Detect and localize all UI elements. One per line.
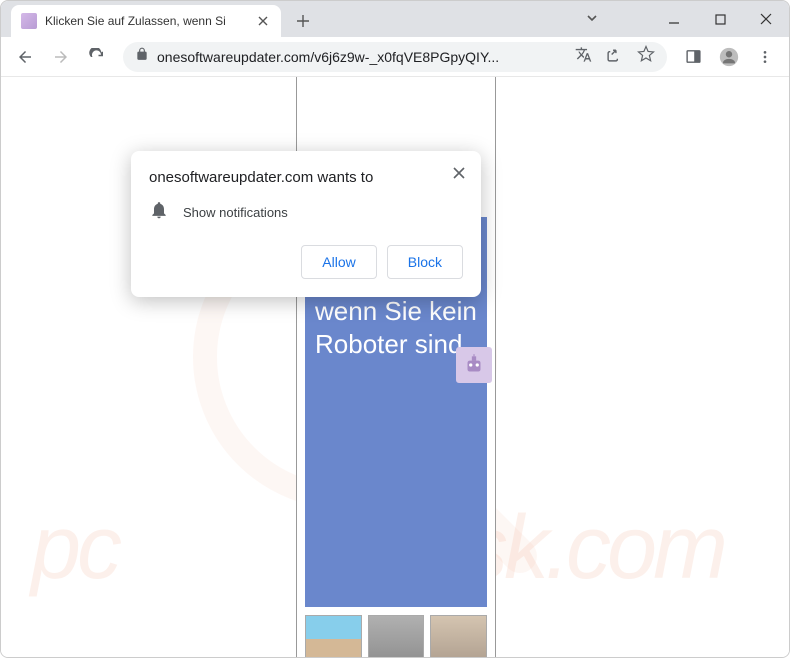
translate-icon[interactable] (575, 46, 592, 68)
toolbar: onesoftwareupdater.com/v6j6z9w-_x0fqVE8P… (1, 37, 789, 77)
permission-buttons: Allow Block (149, 245, 463, 279)
back-button[interactable] (9, 41, 41, 73)
url-actions (575, 45, 655, 68)
thumbnail[interactable] (305, 615, 362, 657)
close-tab-icon[interactable] (255, 13, 271, 29)
toolbar-right (677, 41, 781, 73)
minimize-button[interactable] (651, 1, 697, 37)
permission-site: onesoftwareupdater.com wants to (149, 169, 463, 186)
robot-icon (456, 347, 492, 383)
new-tab-button[interactable] (289, 7, 317, 35)
close-popup-icon[interactable] (449, 163, 469, 183)
reload-button[interactable] (81, 41, 113, 73)
browser-tab[interactable]: Klicken Sie auf Zulassen, wenn Si (11, 5, 281, 37)
favicon (21, 13, 37, 29)
url-text: onesoftwareupdater.com/v6j6z9w-_x0fqVE8P… (157, 49, 567, 65)
permission-capability: Show notifications (183, 205, 288, 220)
tabs-dropdown-icon[interactable] (585, 11, 599, 30)
permission-popup: onesoftwareupdater.com wants to Show not… (131, 151, 481, 297)
browser-window: Klicken Sie auf Zulassen, wenn Si onesof… (0, 0, 790, 658)
bookmark-icon[interactable] (637, 45, 655, 68)
sidepanel-icon[interactable] (677, 41, 709, 73)
menu-icon[interactable] (749, 41, 781, 73)
forward-button[interactable] (45, 41, 77, 73)
profile-icon[interactable] (713, 41, 745, 73)
address-bar[interactable]: onesoftwareupdater.com/v6j6z9w-_x0fqVE8P… (123, 42, 667, 72)
window-controls (651, 1, 789, 37)
watermark-text-left: pc (31, 497, 118, 600)
maximize-button[interactable] (697, 1, 743, 37)
lock-icon (135, 47, 149, 66)
block-button[interactable]: Block (387, 245, 463, 279)
tab-title: Klicken Sie auf Zulassen, wenn Si (45, 14, 247, 28)
titlebar: Klicken Sie auf Zulassen, wenn Si (1, 1, 789, 37)
share-icon[interactable] (606, 46, 623, 68)
bell-icon (149, 200, 169, 225)
page-content: pc risk.com Klicken Sie auf Zulassen, we… (1, 77, 789, 657)
permission-row: Show notifications (149, 200, 463, 225)
thumbnail[interactable] (430, 615, 487, 657)
close-window-button[interactable] (743, 1, 789, 37)
thumbnail-row (297, 615, 495, 657)
allow-button[interactable]: Allow (301, 245, 376, 279)
thumbnail[interactable] (368, 615, 425, 657)
